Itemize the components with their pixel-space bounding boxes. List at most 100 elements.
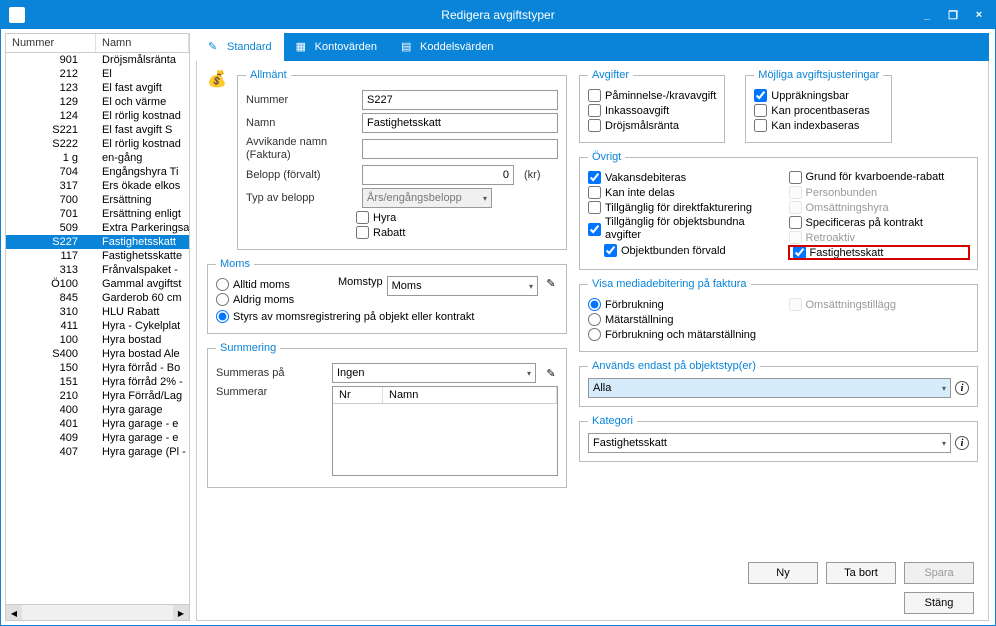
list-row[interactable]: 509Extra Parkeringsavgift <box>6 221 189 235</box>
list-row[interactable]: 310HLU Rabatt <box>6 305 189 319</box>
radio-matarstallning[interactable] <box>588 313 601 326</box>
input-nummer[interactable] <box>362 90 558 110</box>
tab-label: Standard <box>227 41 272 53</box>
select-momstyp[interactable]: Moms ▾ <box>387 276 538 296</box>
radio-alltid-moms[interactable] <box>216 278 229 291</box>
list-row[interactable]: 151Hyra förråd 2% - <box>6 375 189 389</box>
tab-standard[interactable]: ✎ Standard <box>196 33 284 61</box>
check-personbunden <box>789 186 802 199</box>
grid-icon: ▤ <box>401 40 415 54</box>
minimize-button[interactable]: _ <box>919 7 935 23</box>
label-hyra: Hyra <box>373 212 396 224</box>
check-specificeras[interactable] <box>789 216 802 229</box>
check-kan-inte-delas[interactable] <box>588 186 601 199</box>
list-row[interactable]: 123El fast avgift <box>6 81 189 95</box>
list-row[interactable]: 212El <box>6 67 189 81</box>
tab-label: Kontovärden <box>315 41 377 53</box>
select-kategori[interactable]: Fastighetsskatt ▾ <box>588 433 951 453</box>
radio-aldrig-moms[interactable] <box>216 293 229 306</box>
select-objektstyper[interactable]: Alla ▾ <box>588 378 951 398</box>
list-row[interactable]: 210Hyra Förråd/Lag <box>6 389 189 403</box>
col-header-name[interactable]: Namn <box>96 34 189 52</box>
tab-koddelsvarden[interactable]: ▤ Koddelsvärden <box>389 33 505 61</box>
check-grund-kvarboende[interactable] <box>789 171 802 184</box>
label-rabatt: Rabatt <box>373 227 405 239</box>
check-paminnelse[interactable] <box>588 89 601 102</box>
list-row[interactable]: 124El rörlig kostnad <box>6 109 189 123</box>
fee-type-list: Nummer Namn 901Dröjsmålsränta212El123El … <box>5 33 190 621</box>
group-allmant: Allmänt Nummer Namn Avvikande namn (Fakt… <box>237 69 567 250</box>
list-row[interactable]: 317Ers ökade elkos <box>6 179 189 193</box>
list-row[interactable]: 409Hyra garage - e <box>6 431 189 445</box>
list-row[interactable]: 704Engångshyra Ti <box>6 165 189 179</box>
input-avvikande[interactable] <box>362 139 558 159</box>
radio-forbr-mat[interactable] <box>588 328 601 341</box>
tab-kontovarden[interactable]: ▦ Kontovärden <box>284 33 389 61</box>
check-drojsmal[interactable] <box>588 119 601 132</box>
list-row[interactable]: 117Fastighetsskatte <box>6 249 189 263</box>
button-ny[interactable]: Ny <box>748 562 818 584</box>
radio-forbrukning[interactable] <box>588 298 601 311</box>
list-row[interactable]: 401Hyra garage - e <box>6 417 189 431</box>
label-avvikande: Avvikande namn (Faktura) <box>246 136 356 162</box>
scroll-right-icon[interactable]: ▶ <box>173 605 189 621</box>
restore-button[interactable]: ❐ <box>945 7 961 23</box>
check-fastighetsskatt[interactable] <box>793 246 806 259</box>
legend-justeringar: Möjliga avgiftsjusteringar <box>754 69 883 81</box>
list-row[interactable]: 129El och värme <box>6 95 189 109</box>
list-row[interactable]: 700Ersättning <box>6 193 189 207</box>
list-row[interactable]: 701Ersättning enligt <box>6 207 189 221</box>
list-row[interactable]: S400Hyra bostad Ale <box>6 347 189 361</box>
button-tabort[interactable]: Ta bort <box>826 562 896 584</box>
list-body[interactable]: 901Dröjsmålsränta212El123El fast avgift1… <box>6 53 189 604</box>
list-row[interactable]: 150Hyra förråd - Bo <box>6 361 189 375</box>
select-summeras[interactable]: Ingen ▾ <box>332 363 536 383</box>
col-header-number[interactable]: Nummer <box>6 34 96 52</box>
label-nummer: Nummer <box>246 94 356 106</box>
check-objektbunden-forvald[interactable] <box>604 244 617 257</box>
info-icon[interactable]: i <box>955 436 969 450</box>
check-direktfakturering[interactable] <box>588 201 601 214</box>
list-row[interactable]: 100Hyra bostad <box>6 333 189 347</box>
horizontal-scrollbar[interactable]: ◀ ▶ <box>6 604 189 620</box>
list-row[interactable]: S222El rörlig kostnad <box>6 137 189 151</box>
list-row[interactable]: 313Frånvalspaket - <box>6 263 189 277</box>
edit-icon: ✎ <box>208 40 222 54</box>
edit-momstyp-icon[interactable]: ✎ <box>544 276 558 290</box>
legend-summering: Summering <box>216 342 280 354</box>
chevron-down-icon: ▾ <box>942 384 946 393</box>
scroll-left-icon[interactable]: ◀ <box>6 605 22 621</box>
list-row[interactable]: S221El fast avgift S <box>6 123 189 137</box>
list-row[interactable]: 1 gen-gång <box>6 151 189 165</box>
radio-styrs-moms[interactable] <box>216 310 229 323</box>
chevron-down-icon: ▾ <box>483 194 487 203</box>
check-hyra[interactable] <box>356 211 369 224</box>
group-summering: Summering Summeras på Ingen ▾ ✎ Summerar <box>207 342 567 488</box>
check-inkasso[interactable] <box>588 104 601 117</box>
summerar-table[interactable]: Nr Namn <box>332 386 558 476</box>
button-spara: Spara <box>904 562 974 584</box>
close-button[interactable]: × <box>971 7 987 23</box>
group-mediadebitering: Visa mediadebitering på faktura Förbrukn… <box>579 278 978 352</box>
input-belopp[interactable] <box>362 165 514 185</box>
check-objektsbundna[interactable] <box>588 223 601 236</box>
legend-ovrigt: Övrigt <box>588 151 625 163</box>
list-row[interactable]: 407Hyra garage (Pl - <box>6 445 189 459</box>
list-row[interactable]: 901Dröjsmålsränta <box>6 53 189 67</box>
button-stang[interactable]: Stäng <box>904 592 974 614</box>
check-procentbaseras[interactable] <box>754 104 767 117</box>
list-row[interactable]: 845Garderob 60 cm <box>6 291 189 305</box>
list-row[interactable]: Ö100Gammal avgiftst <box>6 277 189 291</box>
check-rabatt[interactable] <box>356 226 369 239</box>
edit-summeras-icon[interactable]: ✎ <box>544 366 558 380</box>
list-row[interactable]: 411Hyra - Cykelplat <box>6 319 189 333</box>
info-icon[interactable]: i <box>955 381 969 395</box>
check-upprakningsbar[interactable] <box>754 89 767 102</box>
check-vakansdebiteras[interactable] <box>588 171 601 184</box>
list-row[interactable]: S227Fastighetsskatt <box>6 235 189 249</box>
input-namn[interactable] <box>362 113 558 133</box>
check-omsattningstillagg <box>789 298 802 311</box>
list-header: Nummer Namn <box>6 34 189 53</box>
check-indexbaseras[interactable] <box>754 119 767 132</box>
list-row[interactable]: 400Hyra garage <box>6 403 189 417</box>
